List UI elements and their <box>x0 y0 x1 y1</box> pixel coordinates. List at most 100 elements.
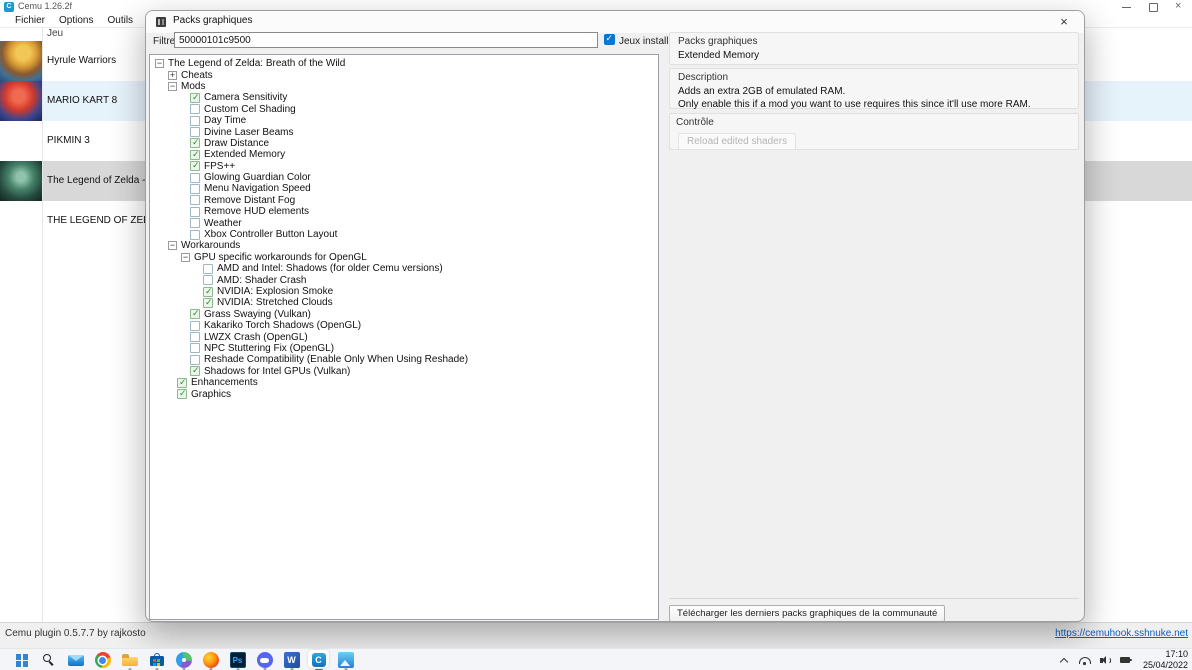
tree-expander-icon[interactable]: − <box>168 241 177 250</box>
tree-row[interactable]: NVIDIA: Stretched Clouds <box>150 297 658 308</box>
tree-checkbox[interactable] <box>190 104 200 114</box>
graphic-packs-dialog: Packs graphiques × Filtrer Jeux installé… <box>145 10 1085 622</box>
tree-row[interactable]: Extended Memory <box>150 149 658 160</box>
status-bar: Cemu plugin 0.5.7.7 by rajkosto https://… <box>0 622 1192 648</box>
tree-checkbox[interactable] <box>190 230 200 240</box>
tree-row[interactable]: NVIDIA: Explosion Smoke <box>150 286 658 297</box>
tree-checkbox[interactable] <box>190 150 200 160</box>
tree-checkbox[interactable] <box>190 355 200 365</box>
tree-checkbox[interactable] <box>203 264 213 274</box>
close-icon[interactable] <box>1166 0 1192 14</box>
taskbar-icon-mail[interactable] <box>62 649 89 670</box>
tree-checkbox[interactable] <box>190 138 200 148</box>
maximize-icon[interactable] <box>1140 0 1166 14</box>
tree-row[interactable]: Graphics <box>150 388 658 399</box>
tree-checkbox[interactable] <box>190 309 200 319</box>
tree-row[interactable]: − GPU specific workarounds for OpenGL <box>150 252 658 263</box>
tree-row[interactable]: Menu Navigation Speed <box>150 183 658 194</box>
tree-row[interactable]: − Workarounds <box>150 240 658 251</box>
tree-label: Mods <box>181 81 205 92</box>
tree-checkbox[interactable] <box>177 389 187 399</box>
tree-row[interactable]: + Cheats <box>150 69 658 80</box>
tree-checkbox[interactable] <box>190 332 200 342</box>
tree-checkbox[interactable] <box>177 378 187 388</box>
chevron-up-icon[interactable] <box>1057 653 1071 667</box>
tree-label: Workarounds <box>181 240 240 251</box>
tree-row[interactable]: Camera Sensitivity <box>150 92 658 103</box>
tree-row[interactable]: Divine Laser Beams <box>150 126 658 137</box>
search-icon <box>41 652 57 668</box>
menu-item[interactable]: Fichier <box>8 14 52 27</box>
tree-expander-icon[interactable]: − <box>181 253 190 262</box>
battery-icon[interactable] <box>1120 653 1134 667</box>
taskbar-icon-chrome[interactable] <box>89 649 116 670</box>
wifi-icon[interactable] <box>1078 653 1092 667</box>
clock[interactable]: 17:10 25/04/2022 <box>1143 649 1188 670</box>
taskbar-icon-word[interactable]: W <box>278 649 305 670</box>
menu-item[interactable]: Options <box>52 14 100 27</box>
group-description: Description Adds an extra 2GB of emulate… <box>669 68 1079 109</box>
tree-checkbox[interactable] <box>190 195 200 205</box>
tree-row[interactable]: AMD and Intel: Shadows (for older Cemu v… <box>150 263 658 274</box>
tree-row[interactable]: Day Time <box>150 115 658 126</box>
tree-row[interactable]: Remove HUD elements <box>150 206 658 217</box>
tree-checkbox[interactable] <box>190 218 200 228</box>
taskbar-icon-cemu[interactable]: C <box>305 649 332 670</box>
menu-item[interactable]: Outils <box>100 14 140 27</box>
tree-checkbox[interactable] <box>203 287 213 297</box>
minimize-icon[interactable] <box>1114 0 1140 14</box>
tree-row[interactable]: Draw Distance <box>150 138 658 149</box>
taskbar-icon-photoshop[interactable]: Ps <box>224 649 251 670</box>
tree-row[interactable]: Weather <box>150 217 658 228</box>
volume-icon[interactable] <box>1099 653 1113 667</box>
tree-row[interactable]: Grass Swaying (Vulkan) <box>150 309 658 320</box>
dialog-titlebar[interactable]: Packs graphiques × <box>146 11 1084 33</box>
taskbar-icon-firefox[interactable] <box>197 649 224 670</box>
tree-checkbox[interactable] <box>190 93 200 103</box>
tree-row[interactable]: NPC Stuttering Fix (OpenGL) <box>150 343 658 354</box>
tree-label: Enhancements <box>191 377 258 388</box>
tree-row[interactable]: − The Legend of Zelda: Breath of the Wil… <box>150 58 658 69</box>
tree-row[interactable]: Xbox Controller Button Layout <box>150 229 658 240</box>
tree-row[interactable]: Kakariko Torch Shadows (OpenGL) <box>150 320 658 331</box>
tree-row[interactable]: Custom Cel Shading <box>150 104 658 115</box>
tree-checkbox[interactable] <box>190 161 200 171</box>
tree-expander-icon[interactable]: − <box>168 82 177 91</box>
dialog-close-icon[interactable]: × <box>1050 12 1078 31</box>
tree-row[interactable]: AMD: Shader Crash <box>150 274 658 285</box>
tree-row[interactable]: Shadows for Intel GPUs (Vulkan) <box>150 366 658 377</box>
tree-expander-icon[interactable]: + <box>168 71 177 80</box>
filter-input[interactable] <box>174 32 598 48</box>
tree-checkbox[interactable] <box>190 343 200 353</box>
taskbar-icon-paint-3d[interactable] <box>170 649 197 670</box>
tree-row[interactable]: LWZX Crash (OpenGL) <box>150 331 658 342</box>
tree-row[interactable]: Glowing Guardian Color <box>150 172 658 183</box>
tree-row[interactable]: FPS++ <box>150 161 658 172</box>
download-packs-button[interactable]: Télécharger les derniers packs graphique… <box>669 605 945 622</box>
tree-checkbox[interactable] <box>203 275 213 285</box>
taskbar-icon-discord[interactable] <box>251 649 278 670</box>
installed-games-checkbox[interactable] <box>604 34 615 45</box>
cemuhook-link[interactable]: https://cemuhook.sshnuke.net <box>1055 628 1188 639</box>
dialog-title: Packs graphiques <box>173 15 253 26</box>
tree-row[interactable]: Enhancements <box>150 377 658 388</box>
taskbar-icon-microsoft-store[interactable] <box>143 649 170 670</box>
tree-row[interactable]: − Mods <box>150 81 658 92</box>
reload-shaders-button[interactable]: Reload edited shaders <box>678 133 796 150</box>
tree-checkbox[interactable] <box>190 127 200 137</box>
group-packs: Packs graphiques Extended Memory <box>669 32 1079 65</box>
tree-checkbox[interactable] <box>190 207 200 217</box>
taskbar-icon-photos[interactable] <box>332 649 359 670</box>
tree-checkbox[interactable] <box>190 184 200 194</box>
tree-checkbox[interactable] <box>203 298 213 308</box>
taskbar-icon-search[interactable] <box>35 649 62 670</box>
tree-checkbox[interactable] <box>190 366 200 376</box>
tree-checkbox[interactable] <box>190 321 200 331</box>
tree-expander-icon[interactable]: − <box>155 59 164 68</box>
tree-checkbox[interactable] <box>190 173 200 183</box>
tree-row[interactable]: Remove Distant Fog <box>150 195 658 206</box>
tree-checkbox[interactable] <box>190 116 200 126</box>
taskbar-icon-file-explorer[interactable] <box>116 649 143 670</box>
taskbar-icon-start[interactable] <box>8 649 35 670</box>
tree-row[interactable]: Reshade Compatibility (Enable Only When … <box>150 354 658 365</box>
